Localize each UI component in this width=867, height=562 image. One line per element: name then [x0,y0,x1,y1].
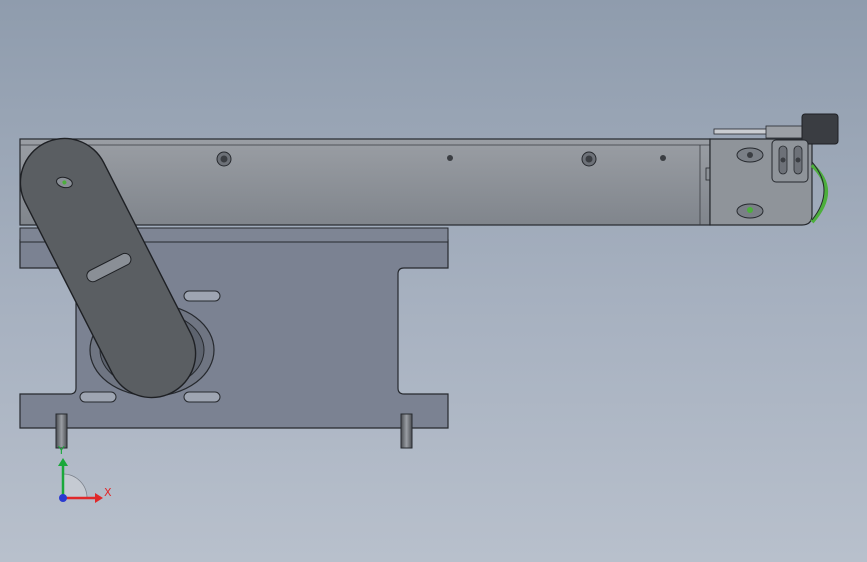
rail-hole-4 [660,155,666,161]
sensor-head [801,113,839,145]
rail-hole-3 [447,155,453,161]
slot-bottom-left [79,391,117,403]
slot-bottom-right [183,391,221,403]
pin-right [400,413,413,449]
y-axis-label: Y [57,444,65,457]
sensor-mount [771,139,809,183]
triad-quadrant [62,473,88,499]
z-axis [59,494,67,502]
end-bracket [709,138,828,226]
pin-left [55,413,68,449]
x-axis-label: X [104,486,112,499]
cad-viewport[interactable]: X Y [0,0,867,562]
slot-top [183,290,221,302]
coordinate-triad: X Y [57,444,112,503]
